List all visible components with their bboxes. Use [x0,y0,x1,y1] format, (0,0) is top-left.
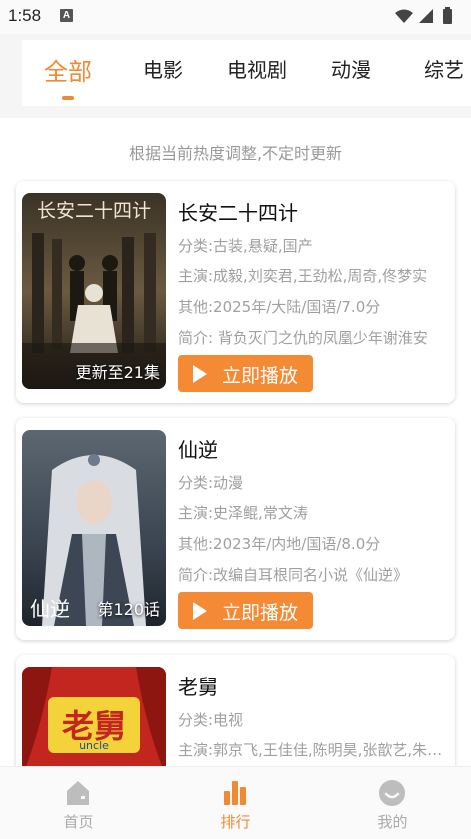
tab-tv-series[interactable]: 电视剧 [227,54,287,83]
nav-ranking-label: 排行 [220,813,251,831]
poster-art: 老舅 uncle [22,667,166,766]
play-now-button[interactable]: 立即播放 [178,592,313,629]
ranking-list: 根据当前热度调整,不定时更新 长安二十四计 更新至21集 长安二十四计 分类:古… [0,118,471,766]
nav-home-label: 首页 [63,813,94,831]
tab-anime[interactable]: 动漫 [331,54,371,83]
item-title[interactable]: 仙逆 [178,434,218,463]
tab-variety[interactable]: 综艺 [424,54,464,83]
update-notice: 根据当前热度调整,不定时更新 [128,144,343,163]
nav-home[interactable]: 首页 [0,767,157,839]
item-intro: 简介:改编自耳根同名小说《仙逆》 [178,566,409,584]
ranking-icon [224,781,246,805]
home-icon [67,781,89,805]
battery-icon [443,9,452,24]
play-icon [193,365,207,383]
profile-icon [379,780,405,806]
active-tab-indicator [62,96,74,100]
play-now-button[interactable]: 立即播放 [178,355,313,392]
list-item[interactable]: 老舅 uncle 老舅 分类:电视 主演:郭京飞,王佳佳,陈明昊,张歆艺,朱时茂 [16,655,455,766]
status-time: 1:58 [8,6,42,25]
notification-icon: A [60,9,73,22]
bottom-navigation: 首页 排行 我的 [0,766,471,839]
item-category: 分类:电视 [178,711,244,729]
wifi-icon [395,9,413,23]
play-icon [193,602,207,620]
play-button-label: 立即播放 [222,602,299,624]
item-cast: 主演:郭京飞,王佳佳,陈明昊,张歆艺,朱时茂 [178,741,450,759]
tab-movies[interactable]: 电影 [143,54,183,83]
episode-badge: 第120话 [97,600,160,619]
poster-image[interactable]: 老舅 uncle [22,667,166,766]
signal-icon [419,9,433,23]
status-bar: 1:58 A [0,0,471,34]
item-title[interactable]: 长安二十四计 [178,197,298,226]
item-other-info: 其他:2023年/内地/国语/8.0分 [178,535,381,553]
list-item[interactable]: 仙逆 第120话 仙逆 分类:动漫 主演:史泽鲲,常文涛 其他:2023年/内地… [16,418,455,640]
poster-title-art: 仙逆 [30,597,70,621]
item-cast: 主演:史泽鲲,常文涛 [178,504,308,522]
episode-badge: 更新至21集 [75,363,160,382]
item-category: 分类:古装,悬疑,国产 [178,237,313,255]
system-status-icons [395,7,452,24]
nav-ranking[interactable]: 排行 [157,767,314,839]
play-button-label: 立即播放 [222,365,299,387]
item-other-info: 其他:2025年/大陆/国语/7.0分 [178,298,381,316]
category-tabs: 全部 电影 电视剧 动漫 综艺 [22,40,471,106]
poster-subtitle-art: uncle [79,739,109,752]
poster-title-art: 长安二十四计 [37,200,151,222]
item-cast: 主演:成毅,刘奕君,王劲松,周奇,佟梦实 [178,267,428,285]
nav-profile[interactable]: 我的 [314,767,471,839]
list-item[interactable]: 长安二十四计 更新至21集 长安二十四计 分类:古装,悬疑,国产 主演:成毅,刘… [16,181,455,403]
poster-image[interactable]: 长安二十四计 更新至21集 [22,193,166,389]
poster-image[interactable]: 仙逆 第120话 [22,430,166,626]
item-intro: 简介: 背负灭门之仇的凤凰少年谢淮安 [178,329,428,347]
item-title[interactable]: 老舅 [178,671,218,700]
nav-profile-label: 我的 [377,813,408,831]
tab-all[interactable]: 全部 [44,52,92,87]
item-category: 分类:动漫 [178,474,244,492]
